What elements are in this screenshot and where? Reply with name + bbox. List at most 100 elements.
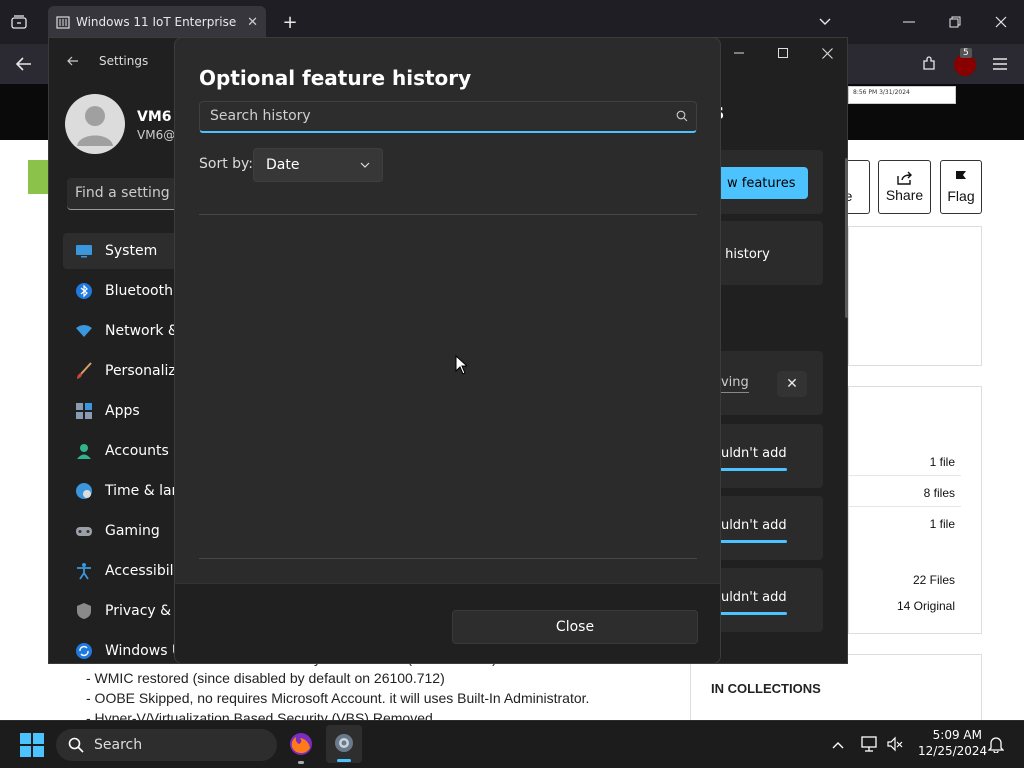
sidebar-item-windows-update[interactable]: Windows U: [63, 633, 183, 669]
page-card: [848, 226, 982, 366]
sidebar-item-label: Accounts: [105, 443, 169, 459]
tab-list-icon[interactable]: [8, 12, 30, 32]
extensions-icon[interactable]: [918, 54, 940, 74]
share-button[interactable]: Share: [878, 160, 931, 214]
mini-clock: 8:56 PM 3/31/2024: [853, 89, 910, 96]
bell-icon[interactable]: [988, 735, 1004, 753]
network-icon[interactable]: [860, 735, 878, 753]
sidebar-item-accounts[interactable]: Accounts: [63, 433, 183, 469]
sidebar-item-bluetooth[interactable]: Bluetooth &: [63, 273, 183, 309]
file-count: 1 file: [929, 455, 955, 469]
file-count: 22 Files: [912, 573, 955, 587]
sidebar-item-label: Apps: [105, 403, 140, 419]
gear-icon: [332, 731, 356, 755]
close-icon[interactable]: [990, 12, 1012, 32]
site-icon: [56, 15, 70, 29]
taskbar-search[interactable]: Search: [56, 729, 277, 761]
new-tab-icon[interactable]: +: [280, 12, 300, 33]
settings-title: Settings: [99, 54, 149, 68]
dialog-footer: Close: [175, 583, 720, 663]
settings-taskbar-button[interactable]: [326, 725, 362, 763]
brush-icon: [75, 362, 93, 380]
apps-icon: [75, 402, 93, 420]
chevron-up-icon[interactable]: [830, 737, 846, 753]
share-icon: [896, 171, 912, 185]
back-arrow-icon[interactable]: [12, 54, 36, 74]
back-arrow-icon[interactable]: [63, 52, 83, 70]
share-button-label: Share: [885, 187, 924, 203]
sidebar-item-label: Bluetooth &: [105, 283, 183, 299]
restore-icon[interactable]: [944, 12, 966, 32]
progress-bar: [713, 468, 787, 471]
ublock-icon[interactable]: 5: [954, 48, 976, 76]
close-icon[interactable]: [805, 38, 849, 68]
update-icon: [75, 642, 93, 660]
search-history-input[interactable]: Search history: [199, 101, 697, 133]
sidebar-item-label: Windows U: [105, 643, 183, 659]
wifi-icon: [75, 322, 93, 340]
sort-by-label: Sort by:: [199, 156, 254, 172]
running-indicator: [298, 761, 304, 764]
minimize-icon[interactable]: [898, 12, 920, 32]
sidebar-item-apps[interactable]: Apps: [63, 393, 183, 429]
maximize-icon[interactable]: [761, 38, 805, 68]
person-icon: [75, 442, 93, 460]
dismiss-icon[interactable]: ✕: [777, 371, 807, 397]
page-mini-screenshot: 8:56 PM 3/31/2024: [848, 86, 956, 104]
tab-close-icon[interactable]: ✕: [247, 15, 258, 30]
minimize-icon[interactable]: [717, 38, 761, 68]
user-name: VM6: [137, 109, 172, 125]
sidebar-item-label: Privacy & s: [105, 603, 183, 619]
progress-bar: [713, 612, 787, 615]
taskbar: Search 5:09 AM 12/25/2024: [0, 720, 1024, 768]
shield-icon: [75, 602, 93, 620]
view-features-label: w features: [727, 175, 796, 191]
sidebar-item-system[interactable]: System: [63, 233, 183, 269]
sort-by-dropdown[interactable]: Date: [253, 148, 383, 182]
chevron-down-icon: [360, 162, 370, 168]
optional-feature-history-dialog: Optional feature history Search history …: [174, 37, 721, 664]
firefox-icon[interactable]: [288, 731, 314, 757]
search-history-placeholder: Search history: [210, 108, 311, 124]
divider: [199, 214, 697, 215]
start-windows-icon[interactable]: [20, 733, 44, 757]
note-line: - Hyper-V/Virtualization Based Security …: [86, 710, 433, 720]
sidebar-item-accessibility[interactable]: Accessibili: [63, 553, 183, 589]
couldnt-add-label: ouldn't add: [713, 518, 787, 533]
note-line: - WMIC restored (since disabled by defau…: [86, 670, 445, 686]
site-logo: [28, 160, 50, 194]
sidebar-item-label: Gaming: [105, 523, 160, 539]
flag-button-label: Flag: [947, 188, 975, 204]
menu-icon[interactable]: [990, 54, 1010, 74]
browser-tab[interactable]: Windows 11 IoT Enterprise LTSC ✕: [48, 6, 266, 38]
sidebar-item-gaming[interactable]: Gaming: [63, 513, 183, 549]
sidebar-item-label: System: [105, 243, 158, 259]
sidebar-item-label: Personaliza: [105, 363, 183, 379]
chevron-down-icon[interactable]: [814, 12, 836, 32]
sidebar-item-personalization[interactable]: Personaliza: [63, 353, 183, 389]
flag-button[interactable]: Flag: [940, 160, 982, 214]
volume-muted-icon[interactable]: [886, 735, 904, 753]
file-count: 1 file: [929, 517, 955, 531]
sort-by-value: Date: [266, 157, 300, 173]
scrollbar[interactable]: [845, 158, 848, 318]
window-controls: [717, 38, 849, 68]
sidebar-item-privacy[interactable]: Privacy & s: [63, 593, 183, 629]
sidebar-item-label: Time & lan: [105, 483, 181, 499]
close-button[interactable]: Close: [452, 610, 698, 644]
globe-clock-icon: [75, 482, 93, 500]
sidebar-item-network[interactable]: Network &: [63, 313, 183, 349]
accessibility-icon: [75, 562, 93, 580]
taskbar-clock[interactable]: 5:09 AM 12/25/2024: [918, 727, 987, 759]
sidebar-item-time-language[interactable]: Time & lan: [63, 473, 183, 509]
taskbar-search-label: Search: [94, 737, 143, 753]
note-line: - OOBE Skipped, no requires Microsoft Ac…: [86, 690, 590, 706]
avatar: [65, 94, 125, 154]
collections-heading: IN COLLECTIONS: [711, 681, 821, 696]
search-icon: [676, 110, 688, 122]
monitor-icon: [75, 242, 93, 260]
see-history-label: e history: [713, 247, 770, 262]
bluetooth-icon: [75, 282, 93, 300]
gamepad-icon: [75, 522, 93, 540]
active-indicator: [337, 759, 351, 762]
